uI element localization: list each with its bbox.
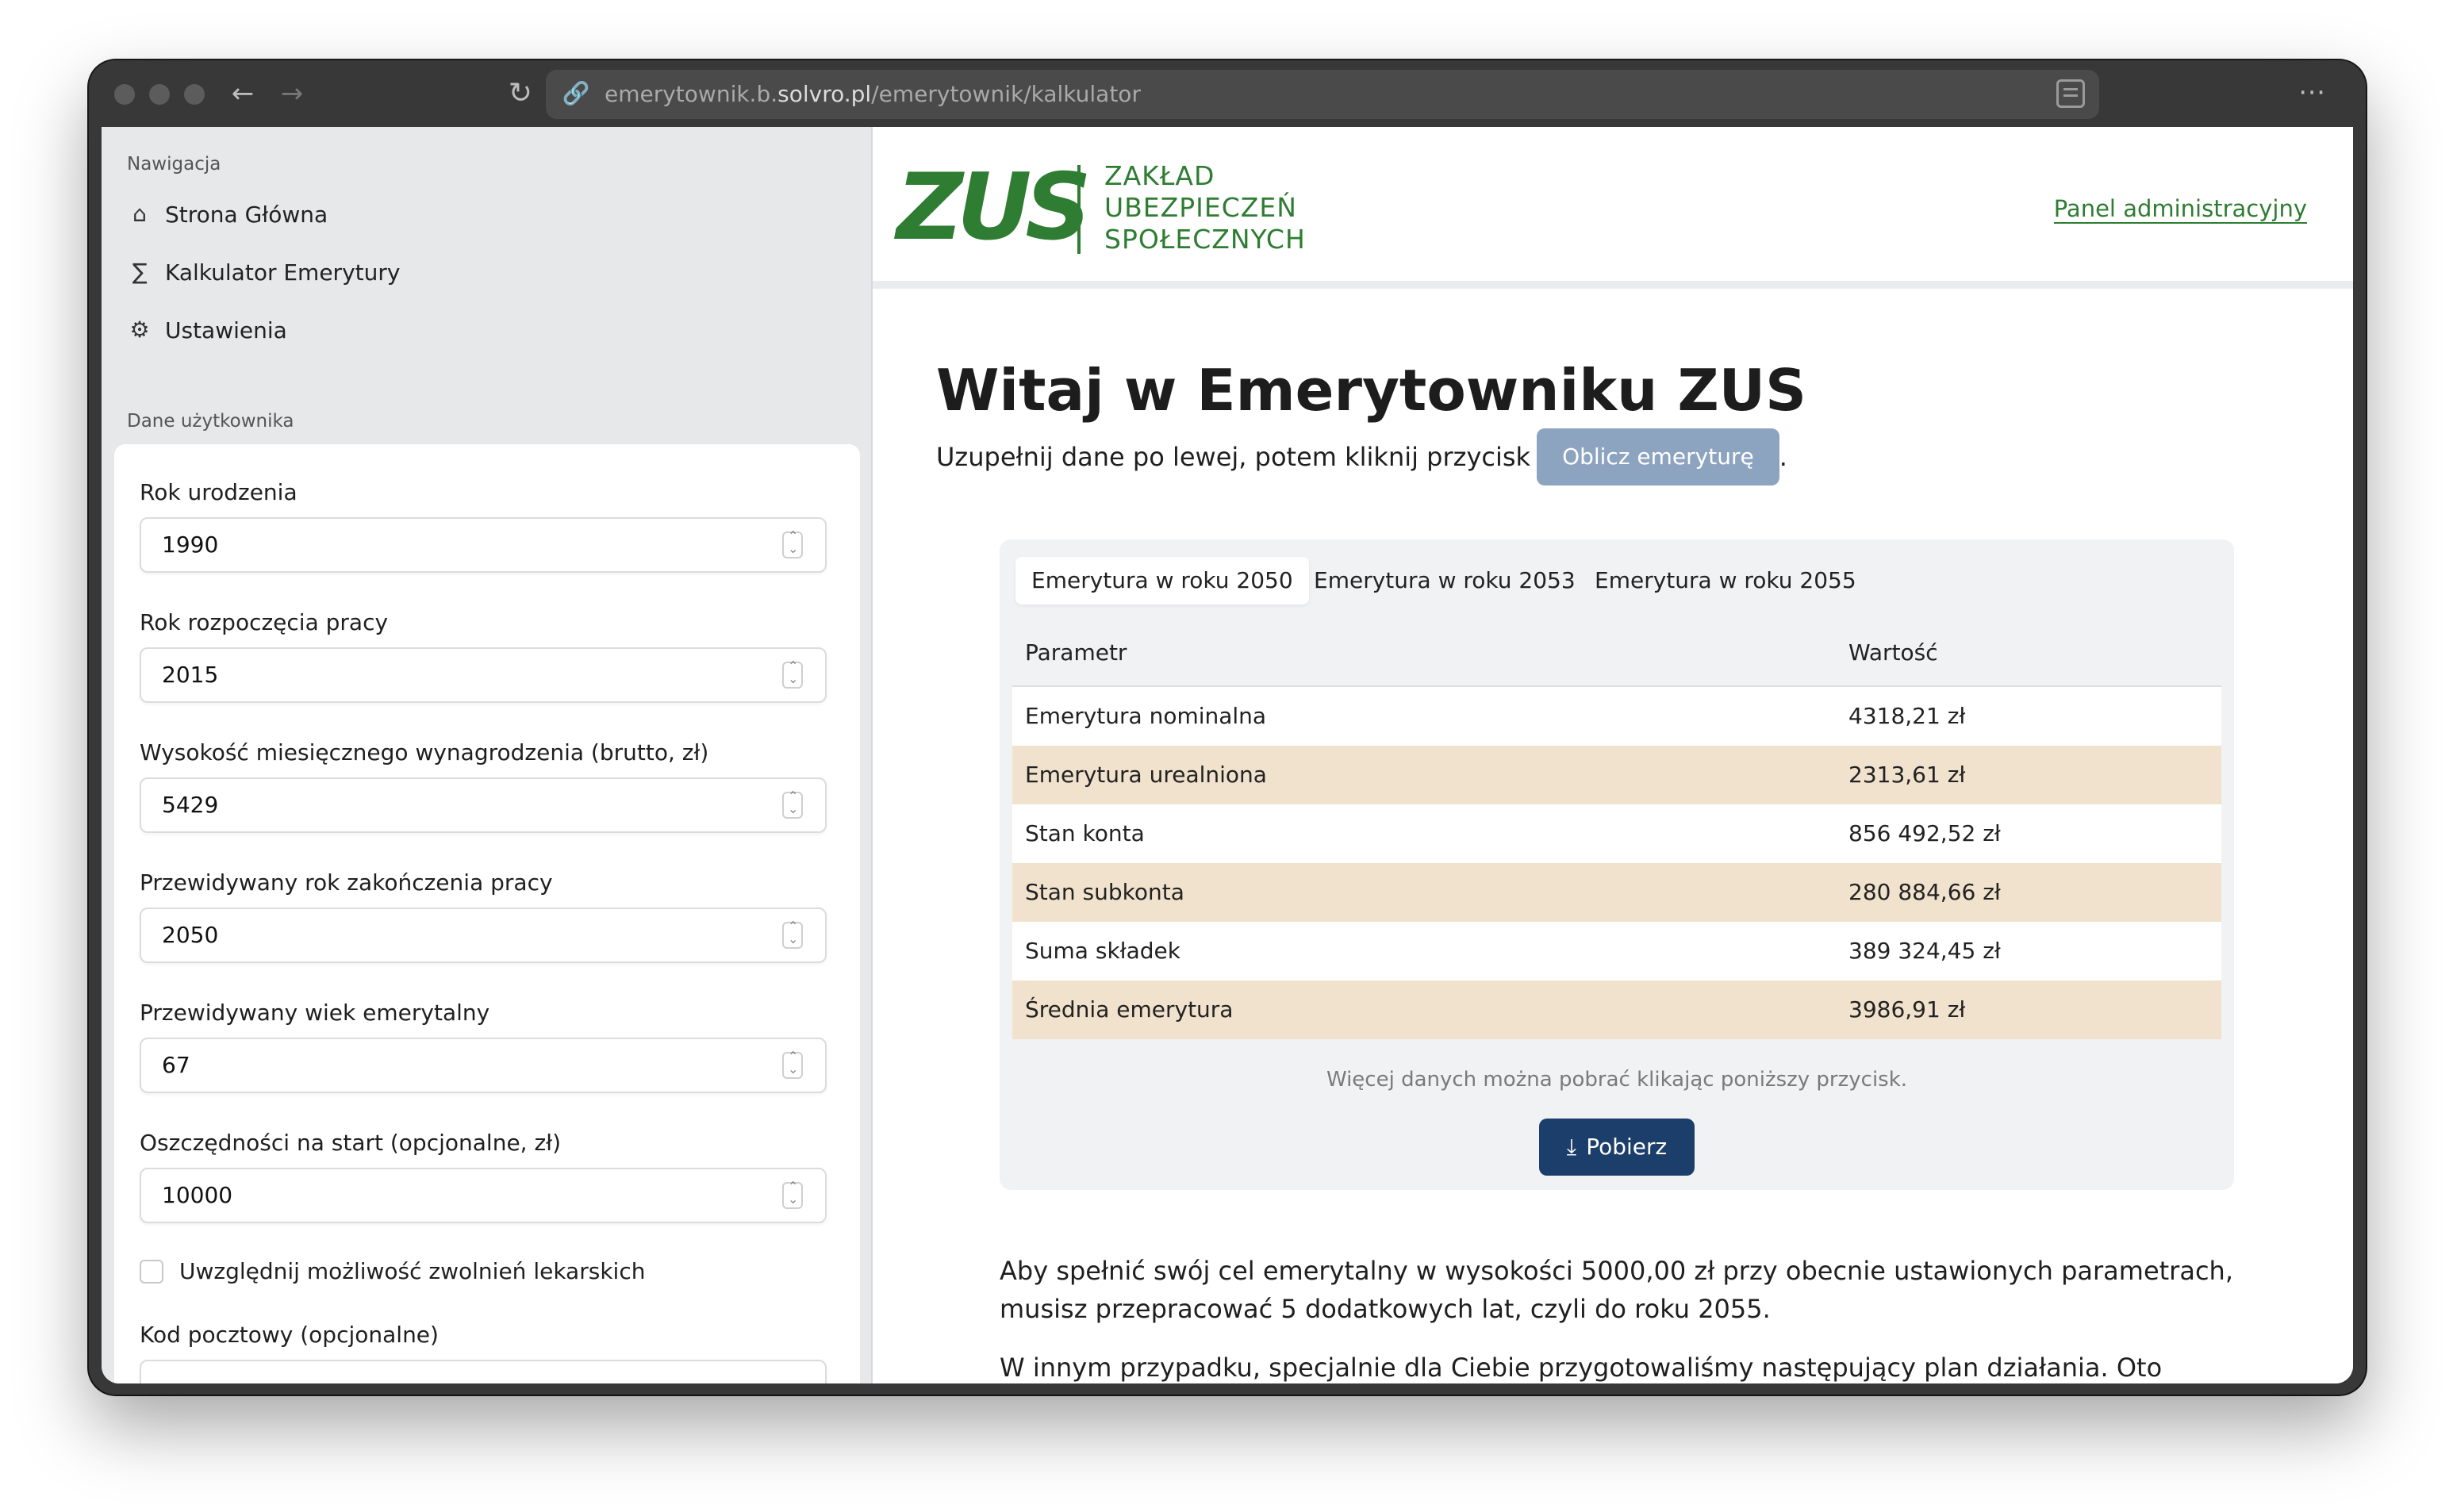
subtitle-text: Uzupełnij dane po lewej, potem kliknij p… (936, 442, 1531, 472)
sidebar-item-label: Ustawienia (165, 317, 287, 343)
sidebar-item-label: Kalkulator Emerytury (165, 259, 401, 286)
goal-paragraph-line-1: Aby spełnić swój cel emerytalny w wysoko… (1000, 1256, 2233, 1286)
work-start-year-input[interactable]: 2015 (140, 647, 827, 703)
param-cell: Stan konta (1025, 820, 1145, 846)
results-table: Parametr Wartość Emerytura nominalna 431… (1012, 619, 2221, 1039)
close-window-button[interactable] (114, 84, 135, 105)
url-text: emerytownik.b.solvro.pl/emerytownik/kalk… (605, 81, 1141, 107)
logo-text-line-2: UBEZPIECZEŃ (1104, 192, 1297, 223)
logo-text-line-1: ZAKŁAD (1104, 160, 1215, 191)
results-card: Emerytura w roku 2050 Emerytura w roku 2… (1000, 539, 2234, 1190)
birth-year-label: Rok urodzenia (140, 479, 298, 505)
maximize-window-button[interactable] (184, 84, 205, 105)
subtitle-period: . (1779, 442, 1787, 472)
retirement-age-label: Przewidywany wiek emerytalny (140, 1000, 490, 1026)
number-spinner-icon[interactable] (782, 919, 803, 949)
work-end-year-label: Przewidywany rok zakończenia pracy (140, 869, 553, 896)
logo-text-line-3: SPOŁECZNYCH (1104, 224, 1306, 255)
value-cell: 856 492,52 zł (1848, 820, 2001, 846)
work-start-year-label: Rok rozpoczęcia pracy (140, 609, 389, 635)
value-cell: 3986,91 zł (1848, 996, 1966, 1023)
param-cell: Stan subkonta (1025, 879, 1184, 905)
zus-logo: ZUS (896, 154, 1092, 261)
goal-paragraph-line-2: musisz przepracować 5 dodatkowych lat, c… (1000, 1294, 1771, 1324)
column-header-value: Wartość (1848, 639, 1938, 666)
user-data-section-label: Dane użytkownika (127, 411, 294, 432)
value-cell: 2313,61 zł (1848, 762, 1966, 788)
tab-pension-2055[interactable]: Emerytura w roku 2055 (1579, 557, 1872, 604)
address-bar[interactable]: 🔗 emerytownik.b.solvro.pl/emerytownik/ka… (546, 70, 2099, 119)
download-icon: ⤓ (1566, 1134, 1577, 1160)
salary-label: Wysokość miesięcznego wynagrodzenia (bru… (140, 739, 709, 766)
postal-code-input[interactable] (140, 1360, 827, 1383)
plan-paragraph: W innym przypadku, specjalnie dla Ciebie… (1000, 1353, 2163, 1383)
param-cell: Suma składek (1025, 938, 1180, 964)
gear-icon: ⚙ (129, 317, 150, 343)
calculate-pension-button[interactable]: Oblicz emeryturę (1537, 428, 1779, 485)
number-spinner-icon[interactable] (782, 528, 803, 558)
forward-arrow-icon[interactable]: → (273, 75, 311, 113)
home-icon: ⌂ (132, 201, 147, 227)
param-cell: Średnia emerytura (1025, 996, 1234, 1023)
download-button-label: Pobierz (1586, 1134, 1668, 1160)
salary-input[interactable]: 5429 (140, 777, 827, 833)
browser-window: ← → ↻ 🔗 emerytownik.b.solvro.pl/emerytow… (89, 60, 2366, 1395)
page-subtitle: Uzupełnij dane po lewej, potem kliknij p… (936, 428, 1787, 485)
sick-leave-checkbox[interactable] (140, 1260, 163, 1284)
link-icon: 🔗 (562, 80, 590, 106)
back-arrow-icon[interactable]: ← (224, 75, 262, 113)
more-menu-icon[interactable]: ⋯ (2293, 75, 2331, 113)
sidebar-item-calculator[interactable]: ∑ Kalkulator Emerytury (127, 250, 401, 294)
reader-mode-icon[interactable] (2056, 79, 2085, 108)
table-row: Emerytura nominalna 4318,21 zł (1012, 687, 2221, 746)
number-spinner-icon[interactable] (782, 1049, 803, 1079)
savings-input[interactable]: 10000 (140, 1168, 827, 1223)
user-data-form: Rok urodzenia 1990 Rok rozpoczęcia pracy… (114, 444, 860, 1383)
table-header: Parametr Wartość (1012, 619, 2221, 687)
retirement-age-input[interactable]: 67 (140, 1038, 827, 1093)
table-row: Suma składek 389 324,45 zł (1012, 922, 2221, 980)
download-hint: Więcej danych można pobrać klikając poni… (1326, 1068, 1908, 1092)
value-cell: 280 884,66 zł (1848, 879, 2001, 905)
browser-toolbar: ← → ↻ 🔗 emerytownik.b.solvro.pl/emerytow… (89, 60, 2366, 127)
number-spinner-icon[interactable] (782, 1179, 803, 1209)
admin-panel-link[interactable]: Panel administracyjny (2053, 195, 2307, 224)
savings-label: Oszczędności na start (opcjonalne, zł) (140, 1130, 562, 1156)
reload-icon[interactable]: ↻ (501, 75, 539, 113)
number-spinner-icon[interactable] (782, 789, 803, 819)
sidebar-item-label: Strona Główna (165, 201, 328, 228)
sidebar-item-home[interactable]: ⌂ Strona Główna (127, 192, 328, 236)
table-row: Emerytura urealniona 2313,61 zł (1012, 746, 2221, 804)
work-end-year-input[interactable]: 2050 (140, 908, 827, 963)
sidebar-item-settings[interactable]: ⚙ Ustawienia (127, 308, 287, 352)
param-cell: Emerytura nominalna (1025, 703, 1267, 729)
tab-pension-2050[interactable]: Emerytura w roku 2050 (1015, 557, 1309, 604)
number-spinner-icon[interactable] (782, 658, 803, 689)
value-cell: 389 324,45 zł (1848, 938, 2001, 964)
page-viewport: Nawigacja ⌂ Strona Główna ∑ Kalkulator E… (102, 127, 2353, 1383)
main-content: ZUS ZAKŁAD UBEZPIECZEŃ SPOŁECZNYCH Panel… (873, 127, 2353, 1383)
table-row: Stan konta 856 492,52 zł (1012, 804, 2221, 863)
sick-leave-label: Uwzględnij możliwość zwolnień lekarskich (179, 1258, 646, 1284)
download-button[interactable]: ⤓ Pobierz (1539, 1119, 1695, 1176)
column-header-param: Parametr (1025, 639, 1127, 666)
page-header: ZUS ZAKŁAD UBEZPIECZEŃ SPOŁECZNYCH Panel… (873, 127, 2353, 289)
birth-year-input[interactable]: 1990 (140, 517, 827, 573)
sidebar: Nawigacja ⌂ Strona Główna ∑ Kalkulator E… (102, 127, 873, 1383)
tab-pension-2053[interactable]: Emerytura w roku 2053 (1298, 557, 1591, 604)
postal-code-label: Kod pocztowy (opcjonalne) (140, 1322, 439, 1348)
table-row: Stan subkonta 280 884,66 zł (1012, 863, 2221, 922)
page-title: Witaj w Emerytowniku ZUS (936, 357, 1806, 424)
table-row: Średnia emerytura 3986,91 zł (1012, 980, 2221, 1039)
param-cell: Emerytura urealniona (1025, 762, 1267, 788)
minimize-window-button[interactable] (149, 84, 170, 105)
logo-divider (1077, 165, 1081, 254)
nav-section-label: Nawigacja (127, 154, 221, 175)
value-cell: 4318,21 zł (1848, 703, 1966, 729)
sigma-icon: ∑ (132, 259, 148, 285)
